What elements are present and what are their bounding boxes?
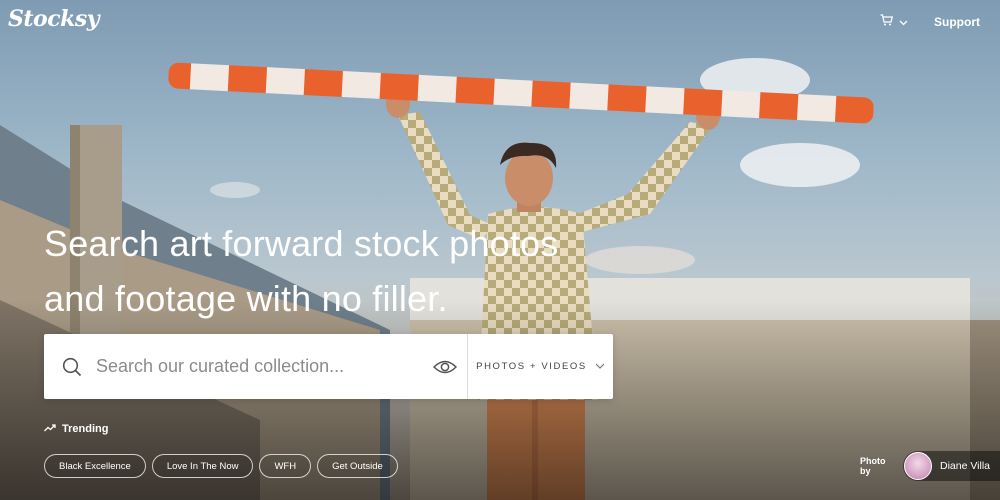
hero-section: Stocksy Support Search art forward stock… [0, 0, 1000, 500]
media-type-label: PHOTOS + VIDEOS [476, 361, 587, 372]
headline-line-2: and footage with no filler. [44, 278, 448, 319]
hero-headline: Search art forward stock photos and foot… [44, 216, 664, 326]
search-icon[interactable] [44, 357, 88, 377]
photo-credit-label: Photo by [860, 456, 886, 476]
trending-header: Trending [44, 423, 108, 435]
header-nav: Support [880, 13, 980, 31]
cart-button[interactable] [880, 13, 908, 31]
avatar [903, 452, 932, 480]
photo-credit: Photo by Diane Villa [860, 451, 1000, 481]
chevron-down-icon [595, 361, 605, 372]
trending-chip[interactable]: WFH [259, 454, 312, 478]
cart-icon [880, 13, 894, 31]
eye-icon[interactable] [423, 359, 467, 375]
stocksy-logo[interactable]: Stocksy [8, 6, 100, 32]
media-type-dropdown[interactable]: PHOTOS + VIDEOS [468, 334, 613, 399]
headline-line-1: Search art forward stock photos [44, 223, 559, 264]
trending-chip[interactable]: Black Excellence [44, 454, 146, 478]
trending-chip[interactable]: Get Outside [317, 454, 398, 478]
trending-chips: Black Excellence Love In The Now WFH Get… [44, 454, 398, 478]
search-input[interactable] [88, 334, 423, 399]
trending-chip[interactable]: Love In The Now [151, 454, 254, 478]
photographer-name: Diane Villa [939, 460, 990, 472]
trending-up-icon [44, 423, 56, 435]
search-bar: PHOTOS + VIDEOS [44, 334, 613, 399]
trending-label: Trending [62, 423, 109, 435]
support-link[interactable]: Support [934, 15, 980, 29]
photographer-link[interactable]: Diane Villa [902, 451, 1000, 481]
chevron-down-icon [899, 13, 908, 31]
